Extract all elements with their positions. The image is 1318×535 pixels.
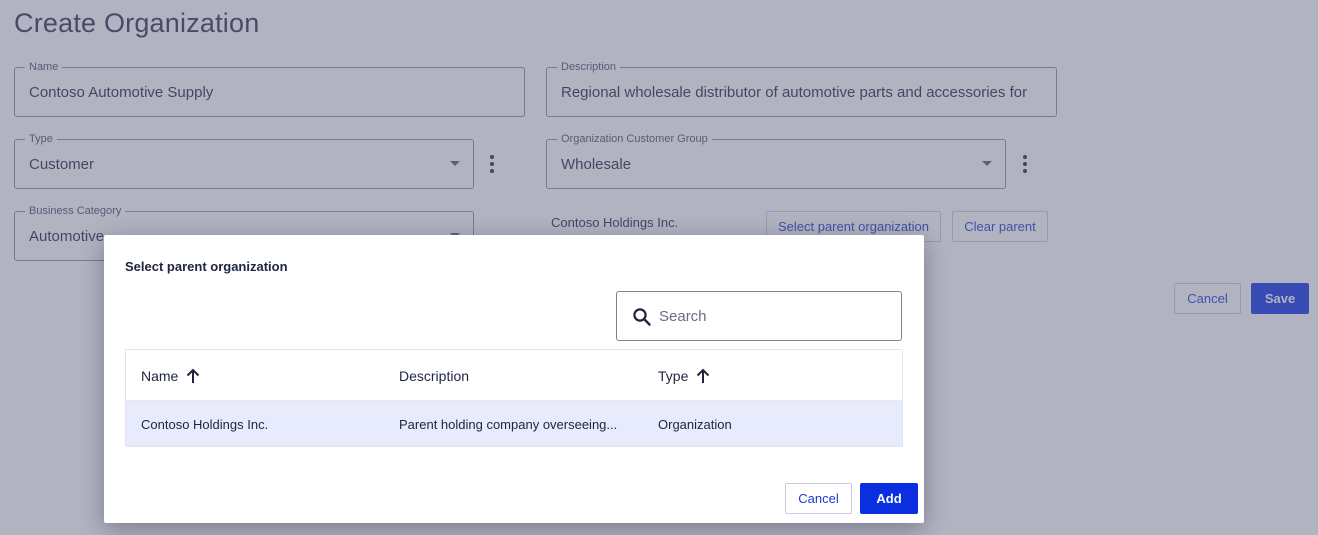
row-description: Parent holding company overseeing... xyxy=(399,416,618,432)
search-icon xyxy=(633,308,651,326)
column-header-type-label: Type xyxy=(658,367,689,384)
column-header-description-label: Description xyxy=(399,367,470,384)
arrow-up-icon[interactable] xyxy=(186,368,200,384)
dialog-cancel-button[interactable]: Cancel xyxy=(785,483,852,514)
search-input[interactable] xyxy=(659,302,889,330)
table-row[interactable]: Contoso Holdings Inc. Parent holding com… xyxy=(126,401,902,446)
select-parent-dialog: Select parent organization Name Descript… xyxy=(104,235,924,523)
column-header-name[interactable]: Name xyxy=(141,350,200,401)
column-header-description[interactable]: Description xyxy=(399,350,469,401)
organizations-table: Name Description Type Contoso Holdings I… xyxy=(125,349,903,447)
dialog-title: Select parent organization xyxy=(125,259,288,274)
row-name: Contoso Holdings Inc. xyxy=(141,416,269,432)
add-button[interactable]: Add xyxy=(860,483,918,514)
search-box[interactable] xyxy=(616,291,902,341)
row-type: Organization xyxy=(658,416,732,432)
column-header-name-label: Name xyxy=(141,367,179,384)
arrow-up-icon[interactable] xyxy=(696,368,710,384)
table-header: Name Description Type xyxy=(126,350,902,401)
column-header-type[interactable]: Type xyxy=(658,350,710,401)
